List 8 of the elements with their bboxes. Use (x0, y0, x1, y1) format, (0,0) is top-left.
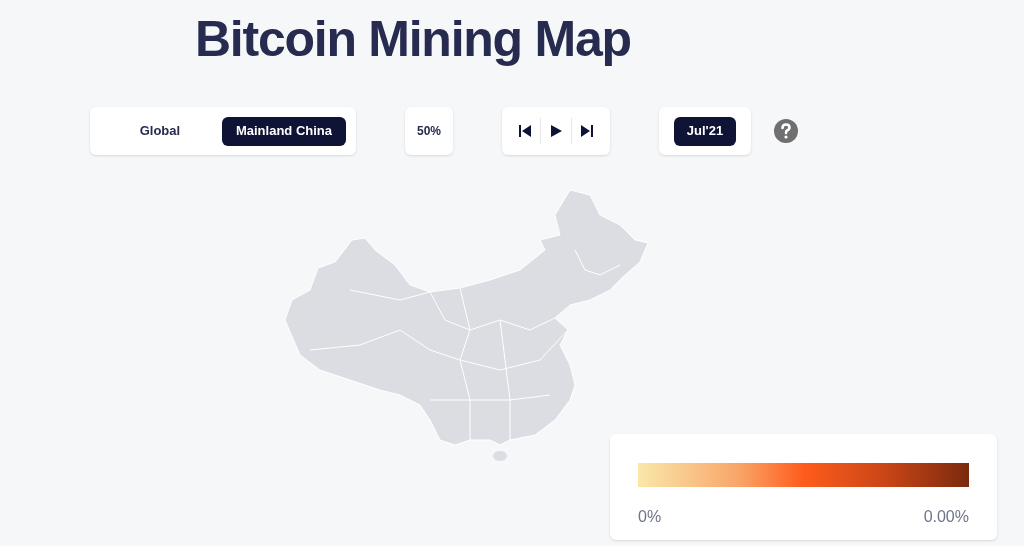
scope-tab[interactable]: Mainland China (221, 116, 346, 146)
help-icon[interactable] (773, 118, 799, 144)
legend-min-label: 0% (638, 507, 662, 527)
legend-max-label: 0.00% (923, 507, 969, 527)
date-button[interactable]: Jul'21 (673, 116, 737, 146)
zoom-button[interactable]: 50% (405, 107, 453, 155)
scope-tab[interactable]: Global (109, 116, 210, 146)
page-title: Bitcoin Mining Map (195, 10, 631, 69)
